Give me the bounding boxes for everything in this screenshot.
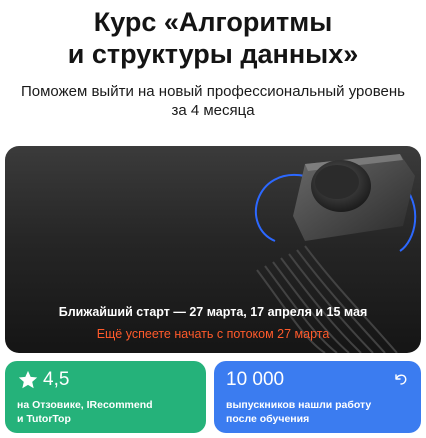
page-title-line-1: Курс «Алгоритмы: [93, 7, 333, 37]
graduates-count: 10 000: [226, 369, 285, 390]
page-title: Курс «Алгоритмы и структуры данных»: [0, 6, 426, 70]
rating-row: 4,5: [17, 369, 69, 391]
rating-sources-line-2: и TutorTop: [17, 413, 71, 425]
hero-illustration: [254, 154, 417, 353]
hero-banner[interactable]: Ближайший старт — 27 марта, 17 апреля и …: [5, 146, 421, 353]
hero-cta-link[interactable]: Ещё успеете начать с потоком 27 марта: [5, 326, 421, 342]
rating-value: 4,5: [43, 369, 70, 390]
graduates-description: выпускников нашли работу после обучения: [226, 398, 371, 426]
page-title-line-2: и структуры данных»: [67, 39, 359, 69]
hero-start-dates: Ближайший старт — 27 марта, 17 апреля и …: [58, 305, 368, 319]
rating-sources: на Отзовике, IRecommend и TutorTop: [17, 398, 153, 426]
undo-icon: [395, 374, 407, 385]
page-subtitle-line-2: за 4 месяца: [171, 102, 255, 119]
rating-card[interactable]: 4,5 на Отзовике, IRecommend и TutorTop: [5, 361, 206, 433]
graduates-description-line-1: выпускников нашли работу: [226, 399, 372, 411]
star-icon: [18, 370, 38, 389]
graduates-card[interactable]: 10 000 выпускников нашли работу после об…: [214, 361, 421, 433]
graduates-description-line-2: после обучения: [226, 413, 310, 425]
page-subtitle-line-1: Поможем выйти на новый профессиональный …: [20, 83, 405, 100]
rating-sources-line-1: на Отзовике, IRecommend: [17, 399, 153, 411]
page-subtitle: Поможем выйти на новый профессиональный …: [0, 82, 426, 120]
